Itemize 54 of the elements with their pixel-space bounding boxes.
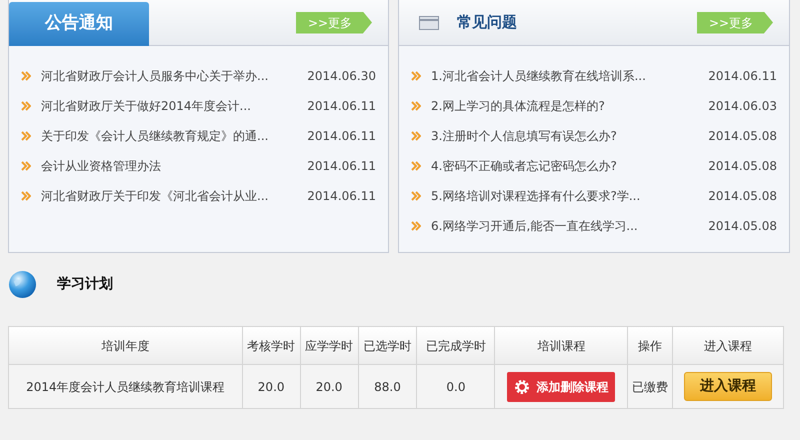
list-link[interactable]: 2.网上学习的具体流程是怎样的?: [431, 97, 698, 115]
table-cell: 2014年度会计人员继续教育培训课程: [9, 365, 243, 408]
list-link[interactable]: 4.密码不正确或者忘记密码怎么办?: [431, 157, 698, 175]
panel-title: 常见问题: [457, 12, 517, 34]
list-link[interactable]: 6.网络学习开通后,能否一直在线学习...: [431, 217, 698, 235]
list-date: 2014.06.11: [307, 188, 376, 205]
list-date: 2014.06.30: [307, 68, 376, 85]
column-header: 已选学时: [358, 327, 418, 364]
edit-courses-button[interactable]: 添加删除课程: [507, 372, 616, 402]
list-date: 2014.05.08: [708, 188, 777, 205]
list-link[interactable]: 3.注册时个人信息填写有误怎么办?: [431, 127, 698, 145]
list-date: 2014.06.11: [708, 68, 777, 85]
column-header: 培训年度: [9, 327, 243, 364]
list-date: 2014.06.11: [307, 98, 376, 115]
list-link[interactable]: 5.网络培训对课程选择有什么要求?学...: [431, 187, 698, 205]
card-icon: [419, 16, 439, 30]
chevron-icon: [411, 221, 421, 231]
enter-course-button[interactable]: 进入课程: [684, 372, 772, 401]
gear-icon: [514, 378, 530, 394]
column-header: 进入课程: [703, 338, 754, 354]
globe-icon: [8, 270, 37, 298]
section-title: 学习计划: [57, 274, 113, 294]
list-date: 2014.05.08: [708, 218, 777, 235]
list-link[interactable]: 河北省财政厅关于做好2014年度会计...: [41, 97, 298, 115]
list-date: 2014.06.11: [307, 158, 376, 175]
column-header: 应学学时: [300, 327, 359, 364]
chevron-icon: [411, 131, 421, 141]
chevron-icon: [21, 191, 31, 201]
list-link[interactable]: 会计从业资格管理办法: [41, 157, 298, 175]
chevron-icon: [21, 131, 31, 141]
list-date: 2014.05.08: [708, 128, 777, 145]
column-header: 培训课程: [495, 327, 628, 364]
list-date: 2014.06.11: [307, 128, 376, 145]
chevron-icon: [21, 101, 31, 111]
chevron-icon: [411, 101, 421, 111]
list-link[interactable]: 河北省财政厅会计人员服务中心关于举办...: [41, 67, 298, 85]
chevron-icon: [21, 161, 31, 171]
chevron-icon: [411, 161, 421, 171]
column-header: 已完成学时: [417, 327, 496, 364]
table-cell: 20.0: [300, 365, 359, 408]
table-cell: 已缴费: [628, 365, 674, 408]
list-link[interactable]: 河北省财政厅关于印发《河北省会计从业...: [41, 187, 298, 205]
list-link[interactable]: 关于印发《会计人员继续教育规定》的通...: [41, 127, 298, 145]
table-cell: 20.0: [242, 365, 301, 408]
chevron-icon: [411, 191, 421, 201]
list-link[interactable]: 1.河北省会计人员继续教育在线培训系...: [431, 67, 698, 85]
table-cell: 0.0: [417, 365, 496, 408]
chevron-icon: [411, 71, 421, 81]
column-header: 考核学时: [242, 327, 301, 364]
column-header: 操作: [628, 327, 674, 364]
table-cell: 88.0: [358, 365, 418, 408]
list-date: 2014.06.03: [708, 98, 777, 115]
chevron-icon: [21, 71, 31, 81]
list-date: 2014.05.08: [708, 158, 777, 175]
